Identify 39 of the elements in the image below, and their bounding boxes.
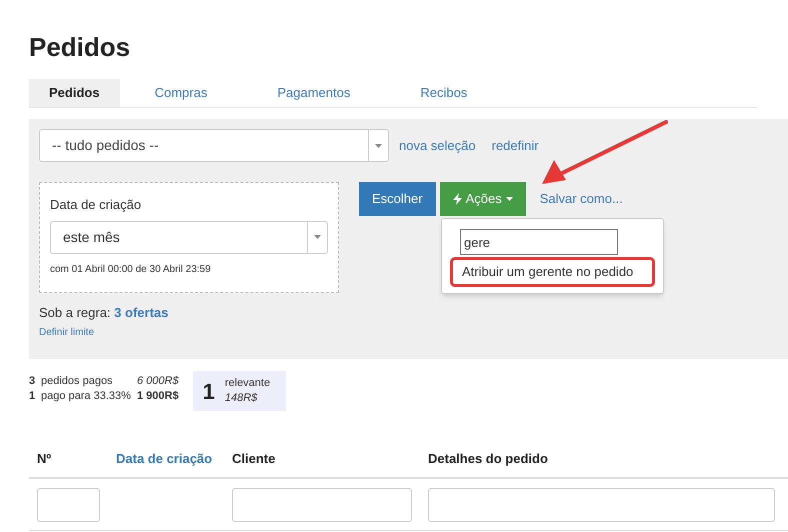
- lightning-icon: [452, 193, 462, 205]
- actions-button[interactable]: Ações: [440, 182, 526, 216]
- tab[interactable]: Compras: [120, 79, 242, 107]
- choose-button[interactable]: Escolher: [359, 182, 436, 216]
- stat-count: 3: [29, 374, 36, 389]
- stat-label: pedidos pagos: [41, 374, 114, 389]
- stat-amount: 1 900R$: [137, 389, 179, 404]
- offers-link[interactable]: 3 ofertas: [114, 305, 168, 320]
- column-header: Detalhes do pedido: [428, 451, 548, 466]
- column-header: Cliente: [232, 451, 276, 466]
- relevant-label: relevante: [224, 376, 270, 391]
- menu-search-field[interactable]: gere: [460, 229, 618, 255]
- tab[interactable]: Recibos: [385, 79, 502, 107]
- caret-icon: [506, 197, 513, 201]
- relevant-amount: 148R$: [224, 391, 258, 406]
- tab[interactable]: Pedidos: [29, 79, 120, 107]
- select-field[interactable]: -- tudo pedidos --: [39, 129, 389, 162]
- set-limit-link[interactable]: Definir limite: [39, 324, 788, 340]
- column-header[interactable]: Data de criação: [116, 451, 212, 466]
- filter-input-field[interactable]: [428, 488, 775, 522]
- date-select-field[interactable]: este mês: [50, 220, 328, 254]
- filter-link[interactable]: nova seleção: [399, 136, 476, 156]
- date-filter-label: Data de criação: [50, 196, 142, 214]
- stat-amount: 6 000R$: [137, 374, 179, 389]
- filter-input-field[interactable]: [37, 488, 100, 522]
- menu-item[interactable]: Atribuir um gerente no pedido: [450, 257, 655, 286]
- column-header: Nº: [37, 451, 52, 466]
- rule-label: Sob a regra:: [39, 305, 112, 320]
- tab[interactable]: Pagamentos: [242, 79, 386, 107]
- date-range-text: com 01 Abril 00:00 de 30 Abril 23:59: [50, 262, 212, 276]
- dropdown-arrow-icon: [314, 235, 321, 239]
- save-as-link[interactable]: Salvar como...: [540, 189, 623, 209]
- dropdown-arrow-icon: [375, 144, 382, 148]
- page-title: Pedidos: [29, 32, 132, 62]
- filter-input-field[interactable]: [232, 488, 412, 522]
- stat-label: pago para 33.33%: [41, 389, 132, 404]
- stat-count: 1: [29, 389, 36, 404]
- filter-link[interactable]: redefinir: [492, 136, 539, 156]
- relevant-count: 1: [202, 378, 215, 406]
